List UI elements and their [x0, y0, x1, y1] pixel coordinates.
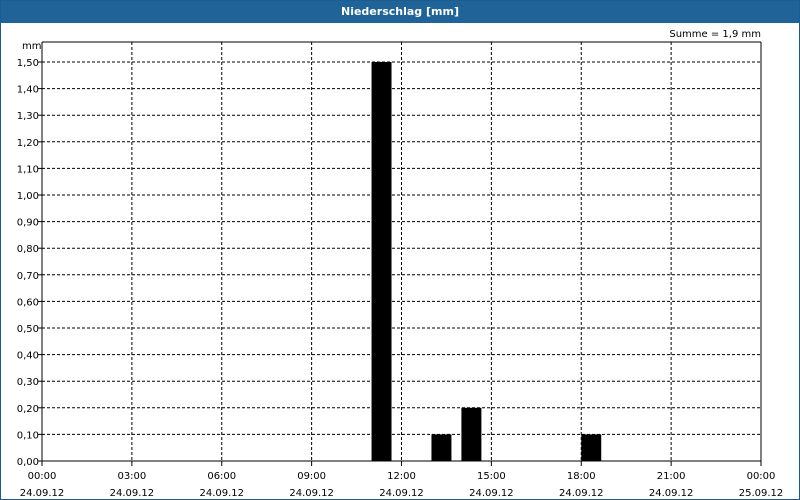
precipitation-bar — [371, 62, 392, 461]
chart-window: Niederschlag [mm] mm Summe = 1,9 mm 0,00… — [0, 0, 800, 500]
x-tick-time: 21:00 — [657, 471, 686, 482]
x-tick-date: 24.09.12 — [379, 488, 424, 499]
precipitation-bar — [461, 407, 482, 461]
x-tick-date: 24.09.12 — [469, 488, 514, 499]
x-tick-time: 09:00 — [297, 471, 326, 482]
y-tick-labels: 0,00 0,10 0,20 0,30 0,40 0,50 0,60 0,70 0,80 0,90… — [17, 58, 39, 468]
x-tick-labels: 00:00 24.09.12 03:00 24.09.12 06:00 24.09.12 0… — [20, 471, 784, 499]
y-tick-label: 1,10 — [17, 164, 39, 175]
y-tick-label: 0,40 — [17, 351, 39, 362]
x-tick-date: 24.09.12 — [289, 488, 334, 499]
x-tick-date: 24.09.12 — [199, 488, 244, 499]
x-tick-time: 12:00 — [387, 471, 416, 482]
y-tick-label: 0,30 — [17, 377, 39, 388]
y-tick-label: 0,20 — [17, 404, 39, 415]
y-tick-label: 1,30 — [17, 111, 39, 122]
x-tick-date: 24.09.12 — [559, 488, 604, 499]
precipitation-sum-label: Summe = 1,9 mm — [669, 29, 761, 40]
y-tick-label: 1,00 — [17, 191, 39, 202]
y-tick-label: 1,50 — [17, 58, 39, 69]
x-tick-date: 25.09.12 — [739, 488, 784, 499]
x-tick-time: 06:00 — [207, 471, 236, 482]
x-tick-date: 24.09.12 — [649, 488, 694, 499]
x-tick-time: 15:00 — [477, 471, 506, 482]
grid-lines — [42, 42, 761, 461]
x-tick-date: 24.09.12 — [110, 488, 155, 499]
axes — [38, 41, 762, 466]
x-tick-date: 24.09.12 — [20, 488, 65, 499]
x-tick-time: 00:00 — [747, 471, 776, 482]
x-tick-time: 18:00 — [567, 471, 596, 482]
y-axis-unit-label: mm — [22, 41, 41, 52]
precipitation-bar — [431, 434, 452, 461]
x-tick-time: 00:00 — [28, 471, 57, 482]
y-tick-label: 0,60 — [17, 297, 39, 308]
y-tick-label: 0,90 — [17, 218, 39, 229]
precipitation-chart: mm Summe = 1,9 mm 0,000,100,200,300,400,… — [17, 29, 784, 499]
y-tick-label: 1,40 — [17, 85, 39, 96]
y-tick-label: 0,10 — [17, 430, 39, 441]
y-tick-label: 0,00 — [17, 457, 39, 468]
bars-group — [371, 62, 602, 461]
x-tick-time: 03:00 — [117, 471, 146, 482]
y-tick-label: 0,70 — [17, 271, 39, 282]
precipitation-bar — [581, 434, 602, 461]
y-tick-label: 0,80 — [17, 244, 39, 255]
y-tick-label: 0,50 — [17, 324, 39, 335]
y-tick-label: 1,20 — [17, 138, 39, 149]
